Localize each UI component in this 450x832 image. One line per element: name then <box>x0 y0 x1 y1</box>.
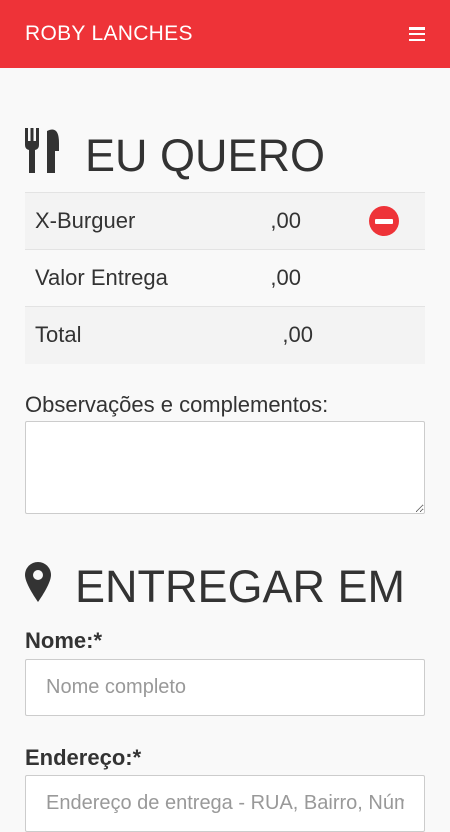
remove-item-cell <box>367 192 425 250</box>
name-label: Nome:* <box>25 628 103 653</box>
total-value: ,00 <box>270 306 368 364</box>
table-row: Total ,00 <box>25 306 425 364</box>
address-input[interactable] <box>25 775 425 832</box>
item-name: X-Burguer <box>25 192 271 250</box>
order-table: X-Burguer ,00 Valor Entrega ,00 Total ,0… <box>25 192 425 364</box>
observations-textarea[interactable] <box>25 421 425 514</box>
address-label: Endereço:* <box>25 745 142 770</box>
utensils-icon <box>25 127 61 185</box>
observations-label: Observações e complementos: <box>25 392 329 417</box>
hamburger-menu-icon[interactable] <box>409 27 425 41</box>
order-title-text: EU QUERO <box>85 130 326 181</box>
name-input[interactable] <box>25 659 425 716</box>
delivery-section-title: ENTREGAR EM <box>25 559 405 615</box>
item-price: ,00 <box>270 192 368 250</box>
delivery-fee-label: Valor Entrega <box>25 249 271 307</box>
delivery-title-text: ENTREGAR EM <box>75 561 406 612</box>
minus-circle-icon[interactable] <box>369 206 400 236</box>
brand-title[interactable]: ROBY LANCHES <box>25 22 193 46</box>
top-navbar: ROBY LANCHES <box>0 0 450 68</box>
total-label: Total <box>25 306 271 364</box>
delivery-fee-value: ,00 <box>270 249 368 307</box>
order-section-title: EU QUERO <box>25 127 326 185</box>
map-marker-icon <box>25 561 51 613</box>
table-row: Valor Entrega ,00 <box>25 249 425 307</box>
table-row: X-Burguer ,00 <box>25 192 425 250</box>
